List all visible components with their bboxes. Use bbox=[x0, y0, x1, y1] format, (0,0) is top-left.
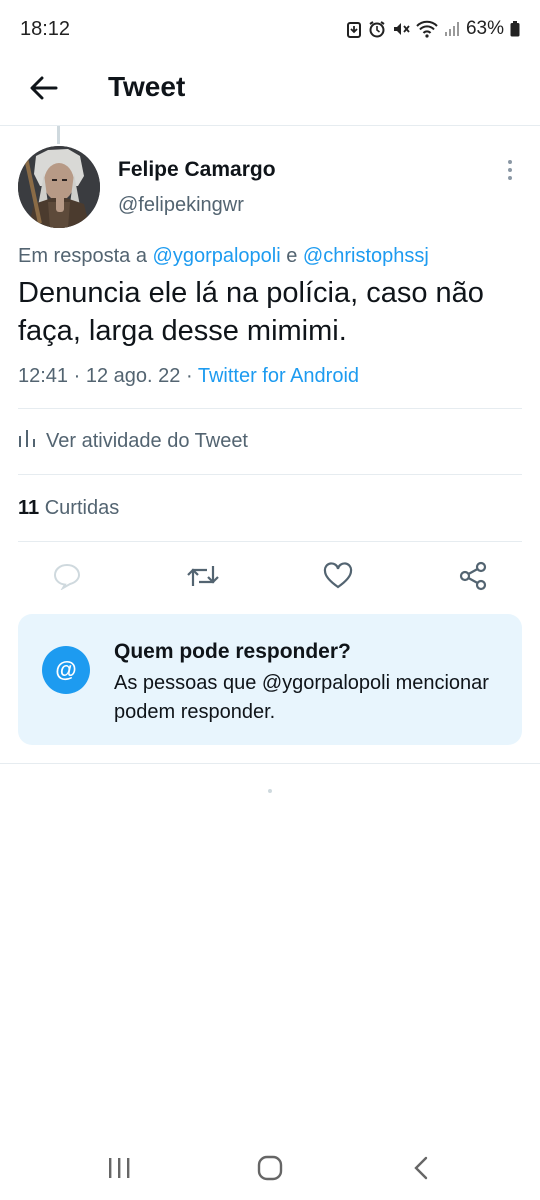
mention-link[interactable]: @christophssj bbox=[303, 245, 429, 267]
battery-percent: 63% bbox=[465, 18, 504, 39]
like-button[interactable] bbox=[320, 560, 356, 596]
status-bar: 18:12 63% bbox=[0, 0, 540, 58]
reply-button[interactable] bbox=[49, 560, 85, 596]
recent-apps-button[interactable] bbox=[99, 1150, 139, 1190]
retweet-button[interactable] bbox=[185, 560, 221, 596]
mute-icon bbox=[392, 20, 410, 38]
wifi-icon bbox=[416, 20, 438, 38]
tweet-client-link[interactable]: Twitter for Android bbox=[198, 365, 359, 387]
thread-connector bbox=[57, 126, 60, 144]
who-can-reply-title: Quem pode responder? bbox=[114, 640, 351, 663]
home-icon bbox=[257, 1155, 283, 1186]
retweet-icon bbox=[186, 562, 220, 595]
system-back-button[interactable] bbox=[401, 1150, 441, 1190]
likes-stat[interactable]: 11 Curtidas bbox=[18, 497, 119, 520]
reply-context: Em resposta a @ygorpalopoli e @christoph… bbox=[18, 245, 429, 268]
share-icon bbox=[458, 561, 488, 596]
avatar[interactable] bbox=[18, 146, 100, 228]
more-options-button[interactable] bbox=[496, 158, 524, 186]
status-time: 18:12 bbox=[20, 18, 71, 40]
recent-apps-icon bbox=[107, 1157, 131, 1184]
at-sign-icon: @ bbox=[42, 646, 90, 694]
analytics-icon bbox=[18, 428, 36, 454]
author-name[interactable]: Felipe Camargo bbox=[118, 158, 276, 182]
divider bbox=[18, 474, 522, 475]
meta-separator: · bbox=[185, 365, 193, 387]
status-icons: 63% bbox=[346, 18, 520, 40]
author-handle[interactable]: @felipekingwr bbox=[118, 194, 244, 217]
who-can-reply-description: As pessoas que @ygorpalopoli mencionar p… bbox=[114, 672, 489, 723]
tweet-action-bar bbox=[0, 560, 540, 596]
view-activity-label: Ver atividade do Tweet bbox=[46, 429, 248, 452]
app-header: Tweet bbox=[0, 58, 540, 126]
reply-joiner: e bbox=[286, 245, 298, 267]
meta-separator: · bbox=[73, 365, 81, 387]
tweet-time: 12:41 bbox=[18, 365, 69, 387]
view-activity-button[interactable]: Ver atividade do Tweet bbox=[18, 428, 248, 454]
mention-link[interactable]: @ygorpalopoli bbox=[153, 245, 281, 267]
system-nav-bar bbox=[0, 1140, 540, 1200]
more-vertical-icon bbox=[507, 159, 513, 186]
page-title: Tweet bbox=[108, 71, 186, 102]
divider bbox=[18, 541, 522, 542]
who-can-reply-card: @ Quem pode responder? As pessoas que @y… bbox=[18, 614, 522, 745]
tweet-date: 12 ago. 22 bbox=[85, 365, 181, 387]
heart-icon bbox=[323, 561, 353, 595]
divider bbox=[18, 408, 522, 409]
divider bbox=[0, 763, 540, 764]
arrow-left-icon bbox=[30, 76, 58, 105]
battery-icon bbox=[510, 21, 520, 37]
home-button[interactable] bbox=[250, 1150, 290, 1190]
likes-count: 11 bbox=[18, 497, 40, 519]
tweet-meta: 12:41 · 12 ago. 22 · Twitter for Android bbox=[18, 365, 359, 388]
share-button[interactable] bbox=[455, 560, 491, 596]
back-button[interactable] bbox=[24, 70, 64, 110]
reply-icon bbox=[52, 562, 82, 595]
likes-label: Curtidas bbox=[44, 497, 120, 519]
tweet-text: Denuncia ele lá na polícia, caso não faç… bbox=[18, 277, 484, 347]
chevron-left-icon bbox=[413, 1156, 429, 1185]
reply-prefix: Em resposta a bbox=[18, 245, 147, 267]
signal-icon bbox=[444, 21, 460, 37]
download-icon bbox=[346, 20, 362, 38]
loading-indicator bbox=[268, 789, 272, 793]
alarm-icon bbox=[368, 20, 386, 38]
